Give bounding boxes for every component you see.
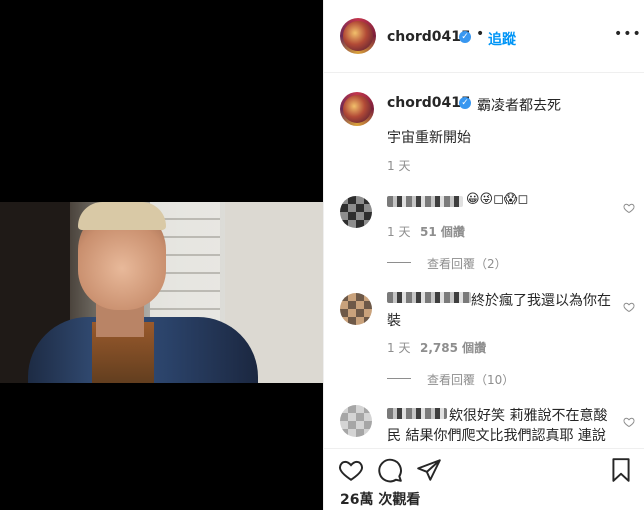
header-separator: • — [476, 26, 485, 42]
comment-username-redacted[interactable] — [387, 408, 447, 419]
caption-verified-badge-icon: ✓ — [459, 97, 471, 109]
comment-avatar[interactable] — [340, 405, 372, 437]
video-frame[interactable] — [0, 202, 323, 383]
comment-text-line2: 裝 — [387, 313, 401, 329]
comment-likes[interactable]: 2,785 個讚 — [420, 339, 486, 356]
view-replies-button[interactable]: 查看回覆（2） — [427, 255, 507, 272]
comment-heart-icon[interactable] — [623, 416, 635, 428]
comment-text-line1: 欸很好笑 莉雅說不在意酸 — [449, 408, 608, 424]
comment-icon[interactable] — [377, 457, 403, 483]
header-avatar[interactable] — [340, 18, 376, 54]
comment-timestamp[interactable]: 1 天 — [387, 339, 410, 356]
more-options-icon[interactable]: ••• — [614, 26, 642, 42]
comment-avatar[interactable] — [340, 196, 372, 228]
caption-timestamp[interactable]: 1 天 — [387, 157, 410, 174]
caption-text: 霸凌者都去死 — [477, 98, 561, 114]
heart-icon[interactable] — [338, 457, 364, 483]
post-details-panel: chord0415 ✓ • 追蹤 ••• chord0415 ✓ 霸凌者都去死 … — [323, 0, 644, 510]
comment-likes[interactable]: 51 個讚 — [420, 223, 465, 240]
view-replies-button[interactable]: 查看回覆（10） — [427, 371, 514, 388]
view-replies-line — [387, 378, 411, 379]
share-icon[interactable] — [416, 457, 442, 483]
video-person-hair — [78, 202, 166, 230]
caption-avatar[interactable] — [340, 92, 374, 126]
comment-heart-icon[interactable] — [623, 301, 635, 313]
caption-text-line2: 宇宙重新開始 — [387, 130, 471, 146]
comment-text-line2: 民 結果你們爬文比我們認真耶 連說 — [387, 428, 606, 444]
views-label: 次觀看 — [378, 492, 421, 508]
comment-text-line1: 終於瘋了我還以為你在 — [471, 293, 611, 309]
follow-button[interactable]: 追蹤 — [488, 29, 516, 49]
bookmark-icon[interactable] — [608, 457, 634, 483]
views-count[interactable]: 26萬 次觀看 — [340, 489, 420, 509]
comment-username-redacted[interactable] — [387, 292, 471, 303]
action-bar: 26萬 次觀看 — [324, 448, 644, 510]
post-media[interactable] — [0, 0, 323, 510]
verified-badge-icon: ✓ — [459, 31, 471, 43]
comment-text: 😀😜◻😱◻ — [466, 192, 529, 207]
comment-heart-icon[interactable] — [623, 202, 635, 214]
post-header: chord0415 ✓ • 追蹤 ••• — [324, 0, 644, 73]
comment-username-redacted[interactable] — [387, 196, 463, 207]
views-number: 26萬 — [340, 492, 374, 508]
view-replies-line — [387, 262, 411, 263]
comment-avatar[interactable] — [340, 293, 372, 325]
comment-timestamp[interactable]: 1 天 — [387, 223, 410, 240]
